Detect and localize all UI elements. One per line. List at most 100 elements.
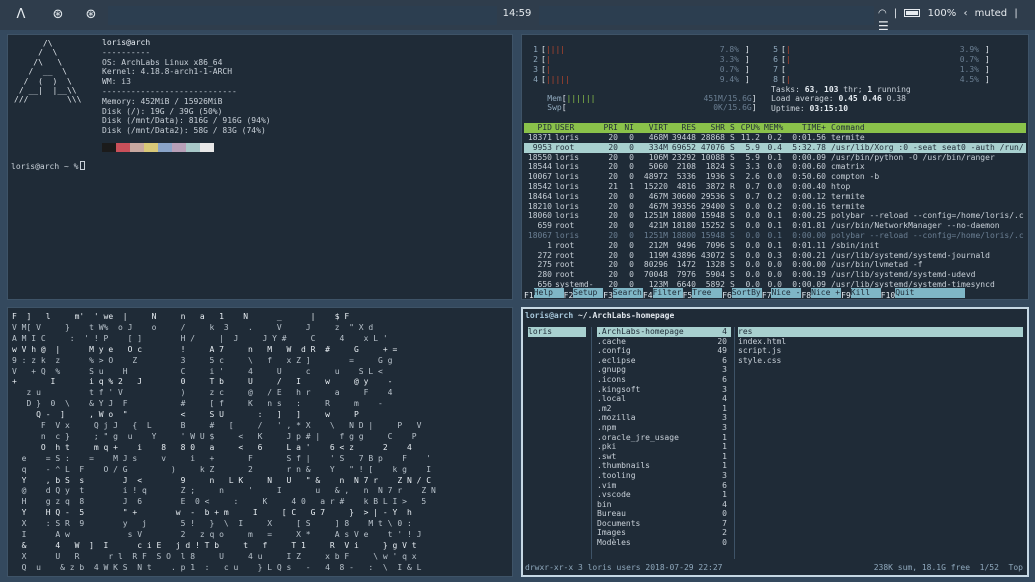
- wifi-icon[interactable]: ◠: [878, 8, 887, 19]
- file-entry[interactable]: .pki 1: [597, 442, 731, 452]
- file-entry[interactable]: res: [738, 327, 1023, 337]
- process-time: 0:00.09: [792, 152, 826, 162]
- archlabs-logo-icon[interactable]: Λ: [12, 6, 30, 24]
- workspace-icon[interactable]: ⊛: [82, 6, 100, 24]
- col-pid[interactable]: PID: [524, 123, 552, 133]
- file-entry[interactable]: .vim 6: [597, 481, 731, 491]
- process-row[interactable]: 18550 loris 20 0 106M 23292 10088 S 5.9 0.1 0:00.0…: [524, 153, 1026, 163]
- fkey-sortby[interactable]: F6SortBy: [722, 288, 762, 299]
- file-entry[interactable]: script.js: [738, 346, 1023, 356]
- system-info-line: Memory: 452MiB / 15926MiB: [102, 96, 223, 106]
- fkey-setup[interactable]: F2Setup: [564, 288, 604, 299]
- volume-icon[interactable]: ‹: [963, 8, 967, 19]
- system-info-line: ----------------------------: [102, 86, 237, 96]
- col-pri[interactable]: PRI: [596, 123, 618, 133]
- file-entry[interactable]: .m2 1: [597, 404, 731, 414]
- fkey-search[interactable]: F3Search: [603, 288, 643, 299]
- cpu-percent: 3.9%: [959, 45, 979, 54]
- process-row[interactable]: 1 root 20 0 212M 9496 7096 S 0.0 0.1 0:01.11/sbin/…: [524, 241, 1026, 251]
- file-count: 1: [722, 403, 727, 413]
- file-entry[interactable]: style.css: [738, 356, 1023, 366]
- col-shr[interactable]: SHR: [699, 123, 725, 133]
- file-entry[interactable]: .local 4: [597, 394, 731, 404]
- file-entry[interactable]: .icons 6: [597, 375, 731, 385]
- process-pid: 272: [537, 250, 552, 260]
- col-cpu[interactable]: CPU%: [738, 123, 760, 133]
- col-state[interactable]: S: [730, 123, 735, 133]
- file-entry[interactable]: .mozilla 3: [597, 413, 731, 423]
- file-entry[interactable]: .ArchLabs-homepage 4: [597, 327, 731, 337]
- fkey-quit[interactable]: F10Quit: [881, 288, 966, 299]
- col-res[interactable]: RES: [670, 123, 696, 133]
- col-command[interactable]: Command: [831, 123, 1026, 133]
- file-entry[interactable]: .cache 20: [597, 337, 731, 347]
- cmatrix-terminal[interactable]: F ] l m' ' we | N n a 1 N _ | $ FV M[ V …: [7, 307, 513, 577]
- process-row[interactable]: 659 root 20 0 421M 18180 15252 S 0.0 0.1 0:01.81/u…: [524, 221, 1026, 231]
- process-row[interactable]: 18210 loris 20 0 467M 39356 29400 S 0.0 0.2 0:00.1…: [524, 202, 1026, 212]
- ranger-file-manager[interactable]: loris@arch ~/.ArchLabs-homepage loris .A…: [521, 307, 1029, 577]
- file-entry[interactable]: .config 49: [597, 346, 731, 356]
- shell-prompt[interactable]: loris@arch ~ %: [11, 161, 86, 171]
- file-entry[interactable]: .gnupg 3: [597, 365, 731, 375]
- process-row[interactable]: 10067 loris 20 0 48972 5336 1936 S 2.6 0.0 0:50.60…: [524, 172, 1026, 182]
- col-virt[interactable]: VIRT: [639, 123, 668, 133]
- col-user[interactable]: USER: [555, 123, 574, 133]
- process-row[interactable]: 18464 loris 20 0 467M 30600 29536 S 0.7 0.2 0:00.1…: [524, 192, 1026, 202]
- process-row[interactable]: 18544 loris 20 0 5060 2108 1824 S 3.3 0.0 0:00.60 c…: [524, 162, 1026, 172]
- file-entry[interactable]: .tooling 3: [597, 471, 731, 481]
- matrix-row: z u t f ' V ) z c @ / E h r a F 4: [12, 388, 393, 398]
- menu-icon[interactable]: ☰: [878, 19, 889, 33]
- process-row[interactable]: 280 root 20 0 70048 7976 5904 S 0.0 0.0 0:00.19/us…: [524, 270, 1026, 280]
- process-pri: 20: [608, 250, 618, 260]
- fkey-kill[interactable]: F9Kill: [841, 288, 881, 299]
- file-entry[interactable]: .thumbnails 1: [597, 461, 731, 471]
- file-entry[interactable]: bin 4: [597, 500, 731, 510]
- file-entry[interactable]: .kingsoft 3: [597, 385, 731, 395]
- process-ni: 0: [629, 142, 634, 152]
- process-row[interactable]: 272 root 20 0 119M 43896 43072 S 0.0 0.3 0:00.21/u…: [524, 251, 1026, 261]
- col-time[interactable]: TIME+: [788, 123, 826, 133]
- col-mem[interactable]: MEM%: [764, 123, 783, 133]
- file-entry[interactable]: Images 2: [597, 528, 731, 538]
- fkey-nice[interactable]: F8Nice +: [801, 288, 842, 299]
- matrix-row: Q u & z b 4 W K S N t . p 1 : c u } L Q …: [12, 562, 422, 572]
- file-entry[interactable]: .swt 1: [597, 452, 731, 462]
- file-entry[interactable]: Documents 7: [597, 519, 731, 529]
- file-entry[interactable]: .oracle_jre_usage 1: [597, 433, 731, 443]
- fkey-help[interactable]: F1Help: [524, 288, 564, 299]
- htop-terminal[interactable]: 1 [|||| 7.8%] 2 [| 3.3%] 3 [| 0.7%] 4 [||||| 9.4%] 5…: [521, 34, 1029, 300]
- col-ni[interactable]: NI: [622, 123, 634, 133]
- fkey-filter[interactable]: F4Filter: [643, 288, 683, 299]
- process-row[interactable]: 18067 loris 20 0 1251M 18800 15948 S 0.0 0.1 0:00.…: [524, 231, 1026, 241]
- file-entry[interactable]: loris: [528, 327, 586, 337]
- process-cmd: /usr/lib/systemd/systemd-udevd: [831, 270, 976, 280]
- file-entry[interactable]: index.html: [738, 337, 1023, 347]
- process-row[interactable]: 18060 loris 20 0 1251M 18800 15948 S 0.0 0.1 0:00.…: [524, 211, 1026, 221]
- process-pid: 18067: [527, 230, 552, 240]
- process-pri: 20: [608, 152, 618, 162]
- matrix-row: I A w s V 2 z q o m = X * A s V e t ' ! …: [12, 530, 422, 539]
- process-time: 0:00.25: [792, 211, 826, 221]
- process-row[interactable]: 18371 loris 20 0 468M 39448 28868 S 11.2 0.2 0:01.…: [524, 133, 1026, 143]
- file-entry[interactable]: .npm 3: [597, 423, 731, 433]
- file-entry[interactable]: .eclipse 6: [597, 356, 731, 366]
- fkey-nice[interactable]: F7Nice -: [762, 288, 802, 299]
- preview-column: res index.html script.js style.css: [738, 327, 1023, 559]
- cpu-bar-fill: |: [545, 55, 551, 64]
- app-launcher-icon[interactable]: ⊛: [49, 6, 67, 24]
- neofetch-terminal[interactable]: /\ / \ /\ \ / __ \ / ( ) \ / __| |__\\ /…: [7, 34, 513, 300]
- file-entry[interactable]: Modèles 0: [597, 538, 731, 548]
- file-name: .gnupg: [597, 365, 626, 375]
- fkey-tree[interactable]: F5Tree: [683, 288, 723, 299]
- cpu-percent: 9.4%: [719, 75, 739, 84]
- swap-label: Swp: [547, 103, 562, 112]
- process-row[interactable]: 9953 root 20 0 334M 69652 47076 S 5.9 0.4 5:32.78 /…: [524, 142, 1026, 153]
- volume-status[interactable]: muted: [975, 8, 1008, 19]
- system-info-line: Disk (/): 19G / 39G (50%): [102, 106, 223, 116]
- process-row[interactable]: 275 root 20 0 80296 1472 1328 S 0.0 0.0 0:00.00/us…: [524, 260, 1026, 270]
- matrix-row: F ] l m' ' we | N n a 1 N _ | $ F: [12, 312, 350, 321]
- file-entry[interactable]: .vscode 1: [597, 490, 731, 500]
- file-entry[interactable]: Bureau 0: [597, 509, 731, 519]
- process-row[interactable]: 18542 loris 21 1 15220 4816 3872 R 0.7 0.0 0:00.40…: [524, 182, 1026, 192]
- process-cpu: 3.3: [745, 162, 760, 172]
